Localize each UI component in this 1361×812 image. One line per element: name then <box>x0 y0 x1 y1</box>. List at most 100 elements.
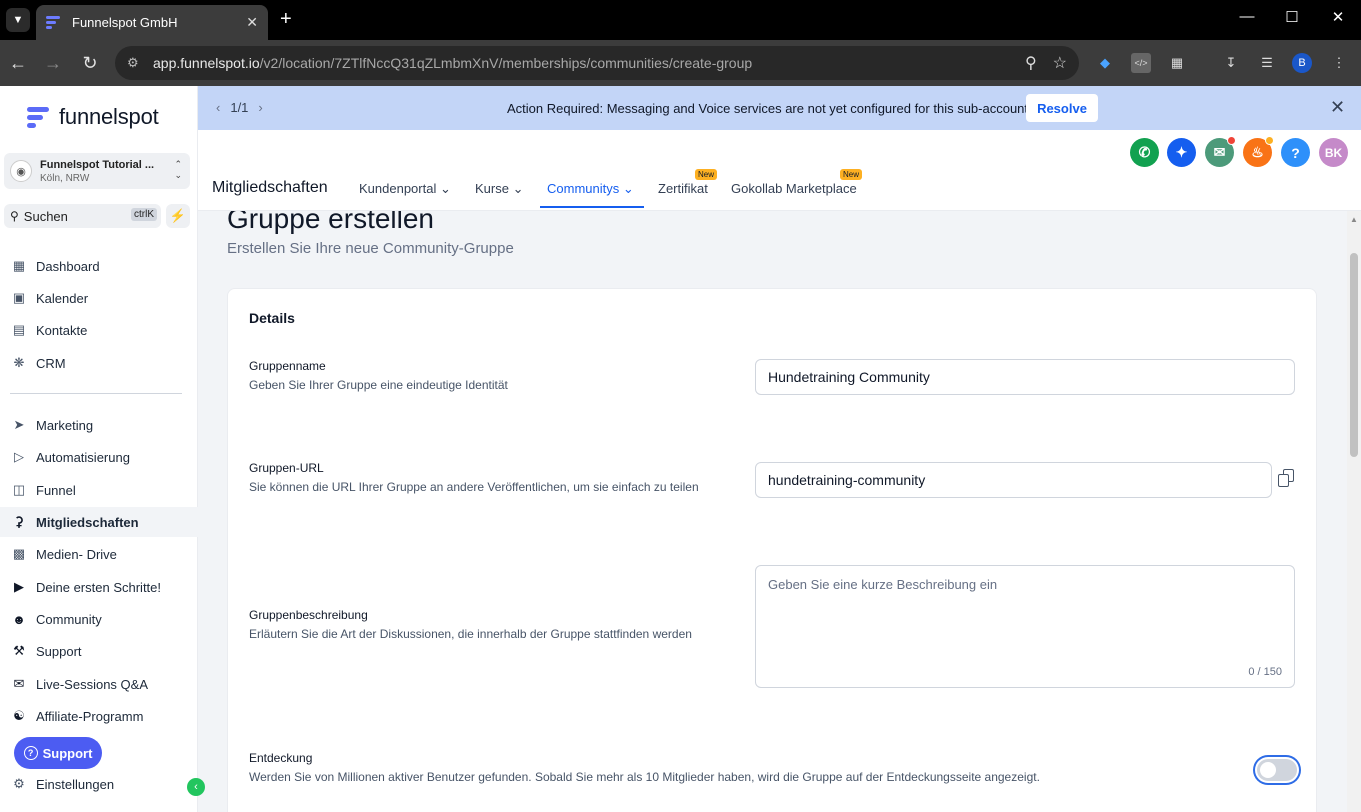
search-shortcut: ctrlK <box>131 208 157 221</box>
sidebar: funnelspot ◉ Funnelspot Tutorial ... Köl… <box>0 86 198 812</box>
tab-gokollab-marketplace[interactable]: Gokollab Marketplace <box>731 181 857 196</box>
sidebar-item-support[interactable]: ⚒ Support <box>0 636 198 666</box>
browser-tab[interactable]: Funnelspot GmbH ✕ <box>36 5 268 40</box>
tab-communitys[interactable]: Communitys ⌄ <box>547 181 634 197</box>
star-icon[interactable]: ☆ <box>1053 53 1067 73</box>
new-tab-button[interactable]: + <box>280 8 292 30</box>
users-icon: ☻ <box>12 611 26 627</box>
quick-actions-bolt-icon[interactable]: ⚡ <box>166 204 190 228</box>
toggle-knob <box>1260 762 1276 778</box>
new-badge: New <box>695 169 718 180</box>
group-url-input[interactable]: hundetraining-community <box>755 462 1272 498</box>
banner-message: Action Required: Messaging and Voice ser… <box>507 101 1032 116</box>
sidebar-item-erste-schritte[interactable]: ▶ Deine ersten Schritte! <box>0 572 198 602</box>
group-url-label: Gruppen-URL <box>249 461 324 475</box>
group-description-label: Gruppenbeschreibung <box>249 608 368 622</box>
back-icon[interactable]: ← <box>7 52 29 74</box>
scroll-thumb[interactable] <box>1350 253 1358 457</box>
group-name-input[interactable]: Hundetraining Community <box>755 359 1295 395</box>
sidebar-item-kalender[interactable]: ▣ Kalender <box>0 283 198 313</box>
send-icon: ➤ <box>13 417 25 432</box>
account-switcher[interactable]: ◉ Funnelspot Tutorial ... Köln, NRW ⌃ ⌄ <box>4 153 190 189</box>
zoom-icon[interactable]: ⚲ <box>1025 53 1037 73</box>
card-heading: Details <box>249 310 295 326</box>
action-required-banner: ‹ 1/1 › Action Required: Messaging and V… <box>198 86 1361 130</box>
chevron-down-icon: ⌄ <box>439 181 451 196</box>
extension-diamond-icon[interactable]: ◆ <box>1095 53 1115 73</box>
description-char-counter: 0 / 150 <box>1248 666 1282 678</box>
sidebar-item-einstellungen[interactable]: ⚙ Einstellungen <box>0 769 198 799</box>
extensions-puzzle-icon[interactable]: ▦ <box>1167 53 1187 73</box>
chevron-updown-icon: ⌃ ⌄ <box>174 159 182 180</box>
group-name-help: Geben Sie Ihrer Gruppe eine eindeutige I… <box>249 378 508 392</box>
site-settings-icon[interactable]: ⚙ <box>127 55 149 71</box>
download-icon[interactable]: ↧ <box>1221 53 1241 73</box>
sidebar-item-live-sessions[interactable]: ✉ Live-Sessions Q&A <box>0 669 198 699</box>
group-name-label: Gruppenname <box>249 359 326 373</box>
megaphone-icon[interactable]: ✉ <box>1205 136 1236 167</box>
automation-icon: ▷ <box>14 449 24 464</box>
active-tab-indicator <box>540 206 644 208</box>
notification-dot <box>1227 136 1236 145</box>
reload-icon[interactable]: ↻ <box>79 52 101 74</box>
sidebar-item-marketing[interactable]: ➤ Marketing <box>0 410 198 440</box>
close-icon[interactable]: ✕ <box>246 14 258 31</box>
sidebar-item-automatisierung[interactable]: ▷ Automatisierung <box>0 442 198 472</box>
page-scrollbar[interactable]: ▲ <box>1347 211 1361 812</box>
sidebar-item-crm[interactable]: ❋ CRM <box>0 348 198 378</box>
tab-kundenportal[interactable]: Kundenportal ⌄ <box>359 181 451 197</box>
close-icon[interactable]: ✕ <box>1330 97 1345 118</box>
resolve-button[interactable]: Resolve <box>1026 94 1098 122</box>
support-chat-button[interactable]: ? Support <box>14 737 102 769</box>
page-title: Gruppe erstellen <box>227 211 435 234</box>
extension-code-icon[interactable]: </> <box>1131 53 1151 73</box>
sidebar-item-mitgliedschaften[interactable]: ⚳ Mitgliedschaften <box>0 507 198 537</box>
help-icon[interactable]: ? <box>1281 138 1310 167</box>
discovery-label: Entdeckung <box>249 751 313 765</box>
forward-icon[interactable]: → <box>42 52 64 74</box>
media-control-icon[interactable]: ☰ <box>1257 53 1277 73</box>
address-bar[interactable]: ⚙ app.funnelspot.io/v2/location/7ZTlfNcc… <box>115 46 1079 80</box>
logo[interactable]: funnelspot <box>27 104 159 130</box>
user-avatar[interactable]: BK <box>1319 138 1348 167</box>
tab-search-button[interactable]: ▼ <box>6 8 30 32</box>
chevron-down-icon: ⌄ <box>622 181 634 196</box>
sidebar-item-funnel[interactable]: ◫ Funnel <box>0 475 198 505</box>
copy-icon[interactable] <box>1278 469 1296 489</box>
ai-sparkle-icon[interactable]: ✦ <box>1167 138 1196 167</box>
search-button[interactable]: ⚲ Suchen ctrlK <box>4 204 161 228</box>
grid-icon: ▦ <box>12 258 26 273</box>
profile-avatar[interactable]: B <box>1292 53 1312 73</box>
group-description-help: Erläutern Sie die Art der Diskussionen, … <box>249 627 692 641</box>
minimize-icon[interactable]: — <box>1237 8 1257 25</box>
sidebar-item-kontakte[interactable]: ▤ Kontakte <box>0 315 198 345</box>
scroll-up-icon[interactable]: ▲ <box>1350 215 1358 224</box>
tab-zertifikat[interactable]: Zertifikat <box>658 181 708 196</box>
wrench-icon: ⚒ <box>13 643 25 658</box>
sidebar-item-affiliate[interactable]: ☯ Affiliate-Programm <box>0 701 198 731</box>
banner-pager: ‹ 1/1 › <box>216 100 263 115</box>
group-description-textarea[interactable]: Geben Sie eine kurze Beschreibung ein 0 … <box>755 565 1295 688</box>
discovery-toggle[interactable] <box>1257 759 1297 781</box>
phone-icon[interactable]: ✆ <box>1130 138 1159 167</box>
new-badge: New <box>840 169 863 180</box>
funnel-icon: ◫ <box>12 482 26 497</box>
app-header: ✆ ✦ ✉ ♨ ? BK Mitgliedschaften Kundenport… <box>198 130 1361 211</box>
sidebar-item-community[interactable]: ☻ Community <box>0 604 198 634</box>
window-close-icon[interactable]: ✕ <box>1328 8 1348 26</box>
maximize-icon[interactable]: ☐ <box>1282 8 1302 26</box>
chevron-down-icon: ⌄ <box>512 181 524 196</box>
url-text: app.funnelspot.io/v2/location/7ZTlfNccQ3… <box>153 55 753 71</box>
funnelspot-logo-icon <box>27 104 49 130</box>
sidebar-item-dashboard[interactable]: ▦ Dashboard <box>0 251 198 281</box>
chevron-left-icon[interactable]: ‹ <box>216 100 220 115</box>
calendar-icon: ▣ <box>12 290 26 305</box>
chevron-right-icon[interactable]: › <box>258 100 262 115</box>
play-icon: ▶ <box>14 579 24 594</box>
bell-icon[interactable]: ♨ <box>1243 136 1274 167</box>
sidebar-item-medien-drive[interactable]: ▩ Medien- Drive <box>0 539 198 569</box>
crm-icon: ❋ <box>13 355 25 370</box>
browser-menu-icon[interactable]: ⋮ <box>1329 53 1349 73</box>
page-subtitle: Erstellen Sie Ihre neue Community-Gruppe <box>227 240 514 257</box>
tab-kurse[interactable]: Kurse ⌄ <box>475 181 524 197</box>
